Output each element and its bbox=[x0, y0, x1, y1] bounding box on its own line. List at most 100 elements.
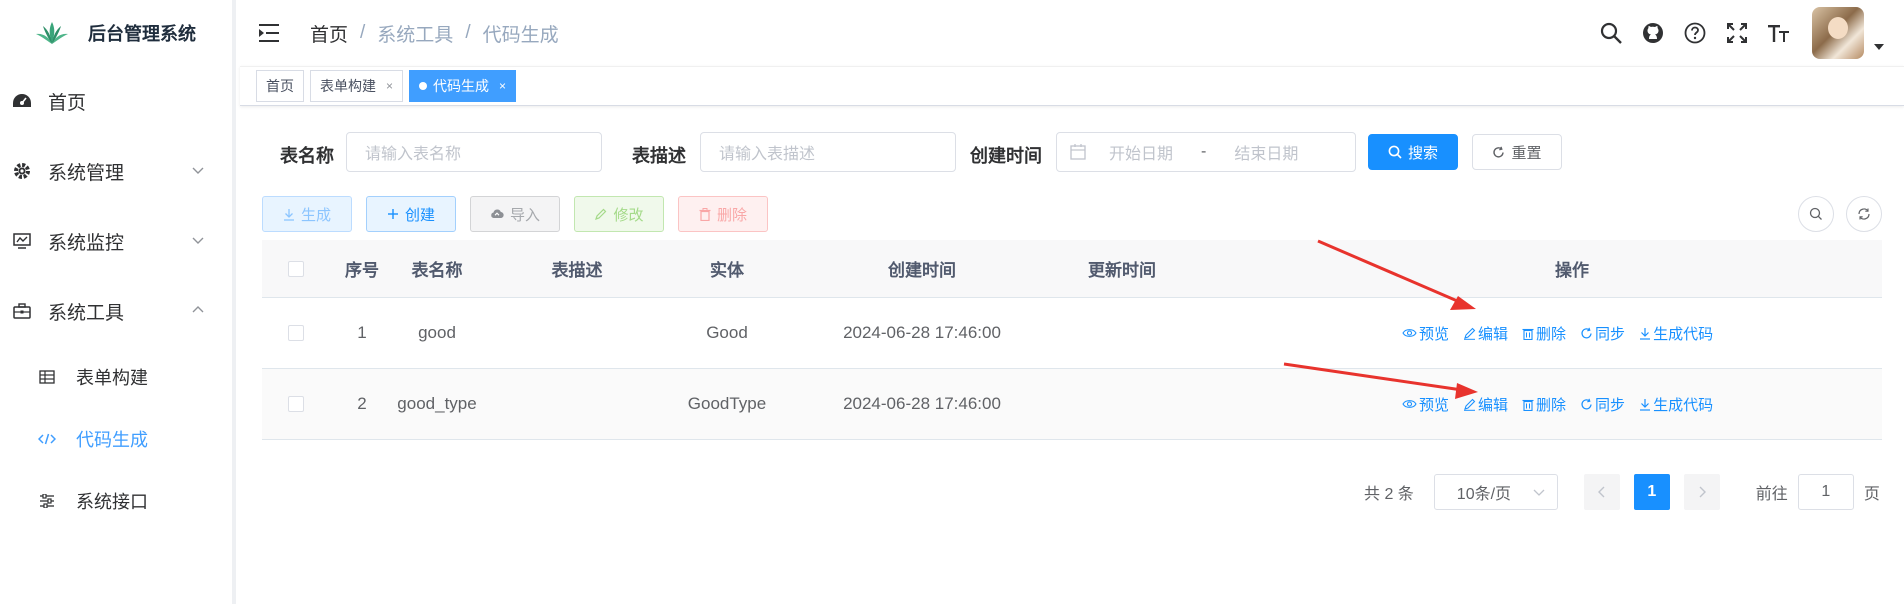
tag-form-builder[interactable]: 表单构建 × bbox=[310, 70, 404, 102]
edit-link[interactable]: 编辑 bbox=[1463, 323, 1508, 344]
top-navbar: 首页 / 系统工具 / 代码生成 bbox=[240, 0, 1904, 66]
sync-icon bbox=[1581, 327, 1592, 338]
chevron-down-icon bbox=[1533, 489, 1545, 496]
cell-entity: Good bbox=[706, 323, 748, 342]
sidebar-subitem-code-generation[interactable]: 代码生成 bbox=[0, 408, 232, 470]
code-icon bbox=[38, 430, 56, 448]
sidebar-item-system-management[interactable]: 系统管理 bbox=[0, 136, 232, 206]
delete-button[interactable]: 删除 bbox=[678, 196, 768, 232]
delete-link[interactable]: 删除 bbox=[1522, 323, 1566, 344]
plus-icon bbox=[387, 209, 398, 219]
chevron-right-icon bbox=[1699, 486, 1706, 498]
preview-link[interactable]: 预览 bbox=[1402, 323, 1449, 344]
edit-button[interactable]: 修改 bbox=[574, 196, 664, 232]
toolbox-icon bbox=[12, 301, 32, 321]
edit-icon bbox=[1464, 398, 1476, 411]
start-date-input[interactable]: 开始日期 bbox=[1109, 140, 1173, 164]
cloud-upload-icon bbox=[491, 209, 504, 219]
calendar-icon bbox=[1070, 144, 1086, 160]
date-range-picker[interactable]: 开始日期 - 结束日期 bbox=[1056, 132, 1356, 172]
cell-entity: GoodType bbox=[687, 394, 767, 413]
preview-link[interactable]: 预览 bbox=[1402, 394, 1449, 415]
next-page-button[interactable] bbox=[1683, 474, 1720, 510]
sidebar-item-label: 系统工具 bbox=[48, 302, 125, 324]
sidebar-item-home[interactable]: 首页 bbox=[0, 66, 232, 136]
download-icon bbox=[283, 208, 294, 221]
page-size-select[interactable]: 10条/页 bbox=[1433, 474, 1558, 510]
app-title: 后台管理系统 bbox=[88, 24, 196, 44]
prev-page-button[interactable] bbox=[1583, 474, 1620, 510]
chevron-left-icon bbox=[1597, 486, 1605, 498]
breadcrumb-item[interactable]: 首页 bbox=[310, 20, 348, 47]
generate-code-link[interactable]: 生成代码 bbox=[1639, 394, 1713, 415]
sync-icon bbox=[1581, 398, 1592, 409]
logo[interactable]: 后台管理系统 bbox=[0, 0, 232, 66]
chevron-down-icon bbox=[192, 237, 204, 244]
table-name-input[interactable]: 请输入表名称 bbox=[346, 132, 602, 172]
toggle-search-button[interactable] bbox=[1798, 196, 1834, 232]
sync-label: 同步 bbox=[1595, 325, 1626, 343]
select-all-checkbox[interactable] bbox=[288, 260, 304, 277]
edit-link[interactable]: 编辑 bbox=[1463, 394, 1508, 415]
row-checkbox[interactable] bbox=[288, 396, 304, 412]
tag-home[interactable]: 首页 bbox=[256, 70, 304, 102]
sidebar-item-label: 系统监控 bbox=[48, 232, 125, 254]
pagination: 共 2 条 10条/页 1 前往 1 页 bbox=[1364, 474, 1880, 510]
preview-label: 预览 bbox=[1419, 325, 1450, 343]
search-icon bbox=[1809, 207, 1822, 220]
delete-label: 删除 bbox=[1536, 325, 1567, 343]
close-icon[interactable]: × bbox=[499, 79, 506, 93]
cell-created: 2024-06-28 17:46:00 bbox=[843, 394, 1001, 413]
sidebar-subitem-form-builder[interactable]: 表单构建 bbox=[0, 346, 232, 408]
cell-created: 2024-06-28 17:46:00 bbox=[843, 323, 1001, 342]
search-icon[interactable] bbox=[1598, 20, 1624, 46]
sidebar-item-system-monitor[interactable]: 系统监控 bbox=[0, 206, 232, 276]
generate-code-label: 生成代码 bbox=[1653, 325, 1714, 343]
avatar[interactable] bbox=[1812, 7, 1864, 59]
delete-link[interactable]: 删除 bbox=[1522, 394, 1566, 415]
search-button[interactable]: 搜索 bbox=[1368, 134, 1458, 170]
preview-label: 预览 bbox=[1419, 396, 1450, 414]
sync-label: 同步 bbox=[1595, 396, 1626, 414]
cell-table-name: good bbox=[418, 323, 456, 342]
column-header: 实体 bbox=[710, 261, 744, 280]
sync-link[interactable]: 同步 bbox=[1580, 323, 1625, 344]
sidebar-subitem-label: 系统接口 bbox=[76, 492, 148, 512]
delete-label: 删除 bbox=[1536, 396, 1567, 414]
sidebar-item-system-tools[interactable]: 系统工具 bbox=[0, 276, 232, 346]
end-date-input[interactable]: 结束日期 bbox=[1234, 140, 1298, 164]
column-header: 表描述 bbox=[551, 261, 603, 280]
refresh-button[interactable] bbox=[1846, 196, 1882, 232]
import-button[interactable]: 导入 bbox=[470, 196, 560, 232]
generate-code-link[interactable]: 生成代码 bbox=[1639, 323, 1713, 344]
tag-label: 表单构建 bbox=[320, 78, 376, 94]
breadcrumb-item: 代码生成 bbox=[482, 24, 559, 46]
edit-label: 编辑 bbox=[1478, 325, 1509, 343]
reset-button[interactable]: 重置 bbox=[1472, 134, 1562, 170]
sidebar-subitem-label: 表单构建 bbox=[76, 368, 148, 388]
sidebar-subitem-system-api[interactable]: 系统接口 bbox=[0, 470, 232, 532]
font-size-icon[interactable] bbox=[1766, 20, 1792, 46]
page-jumper: 前往 1 页 bbox=[1756, 474, 1880, 510]
tags-view: 首页 表单构建 × 代码生成 × bbox=[240, 66, 1904, 106]
total-count: 共 2 条 bbox=[1364, 486, 1414, 503]
close-icon[interactable]: × bbox=[386, 79, 393, 93]
hamburger-icon[interactable] bbox=[258, 23, 280, 43]
logo-icon bbox=[36, 22, 68, 44]
goto-page-input[interactable]: 1 bbox=[1797, 474, 1854, 510]
row-checkbox[interactable] bbox=[288, 325, 304, 341]
help-circle-icon[interactable] bbox=[1682, 20, 1708, 46]
monitor-icon bbox=[12, 231, 32, 251]
table-desc-input[interactable]: 请输入表描述 bbox=[700, 132, 956, 172]
caret-down-icon[interactable] bbox=[1874, 44, 1884, 50]
tag-code-generation[interactable]: 代码生成 × bbox=[409, 70, 517, 102]
column-header: 创建时间 bbox=[888, 261, 956, 280]
generate-button[interactable]: 生成 bbox=[262, 196, 352, 232]
page-number[interactable]: 1 bbox=[1633, 474, 1670, 510]
sync-link[interactable]: 同步 bbox=[1580, 394, 1625, 415]
create-button[interactable]: 创建 bbox=[366, 196, 456, 232]
breadcrumb-separator: / bbox=[360, 22, 366, 43]
tag-label: 代码生成 bbox=[433, 78, 490, 94]
fullscreen-icon[interactable] bbox=[1724, 20, 1750, 46]
github-icon[interactable] bbox=[1640, 20, 1666, 46]
